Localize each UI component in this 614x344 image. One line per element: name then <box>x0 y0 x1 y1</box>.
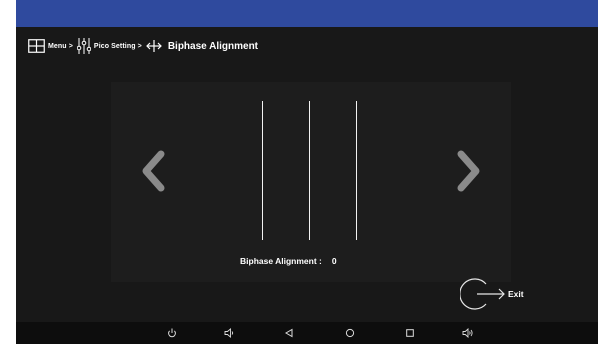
biphase-status: Biphase Alignment : 0 <box>240 256 337 266</box>
breadcrumb-menu[interactable]: Menu > <box>48 43 73 50</box>
alignment-line <box>262 101 263 240</box>
system-nav-bar <box>16 322 598 344</box>
exit-button[interactable]: Exit <box>460 276 524 312</box>
volume-up-icon[interactable] <box>460 326 476 340</box>
power-icon[interactable] <box>164 326 180 340</box>
horizontal-arrows-icon <box>145 39 162 53</box>
home-icon[interactable] <box>342 326 358 340</box>
status-label: Biphase Alignment : <box>240 256 322 266</box>
screen: Menu > Pico Setting > Biphase Alignment <box>16 0 598 344</box>
alignment-panel <box>111 82 511 282</box>
alignment-line <box>356 101 357 240</box>
sliders-icon[interactable] <box>76 37 91 55</box>
recents-icon[interactable] <box>402 326 418 340</box>
status-value: 0 <box>331 256 337 266</box>
exit-label[interactable]: Exit <box>508 289 524 299</box>
breadcrumb: Menu > Pico Setting > Biphase Alignment <box>28 36 258 56</box>
breadcrumb-pico-setting[interactable]: Pico Setting > <box>94 43 142 50</box>
grid-icon[interactable] <box>28 39 45 53</box>
back-icon[interactable] <box>281 326 297 340</box>
chevron-right-icon[interactable] <box>452 148 486 194</box>
exit-arrow-icon <box>460 278 505 310</box>
status-bar <box>16 0 598 27</box>
volume-down-icon[interactable] <box>221 326 237 340</box>
alignment-line <box>309 101 310 240</box>
page-title: Biphase Alignment <box>167 40 259 52</box>
chevron-left-icon[interactable] <box>136 148 170 194</box>
